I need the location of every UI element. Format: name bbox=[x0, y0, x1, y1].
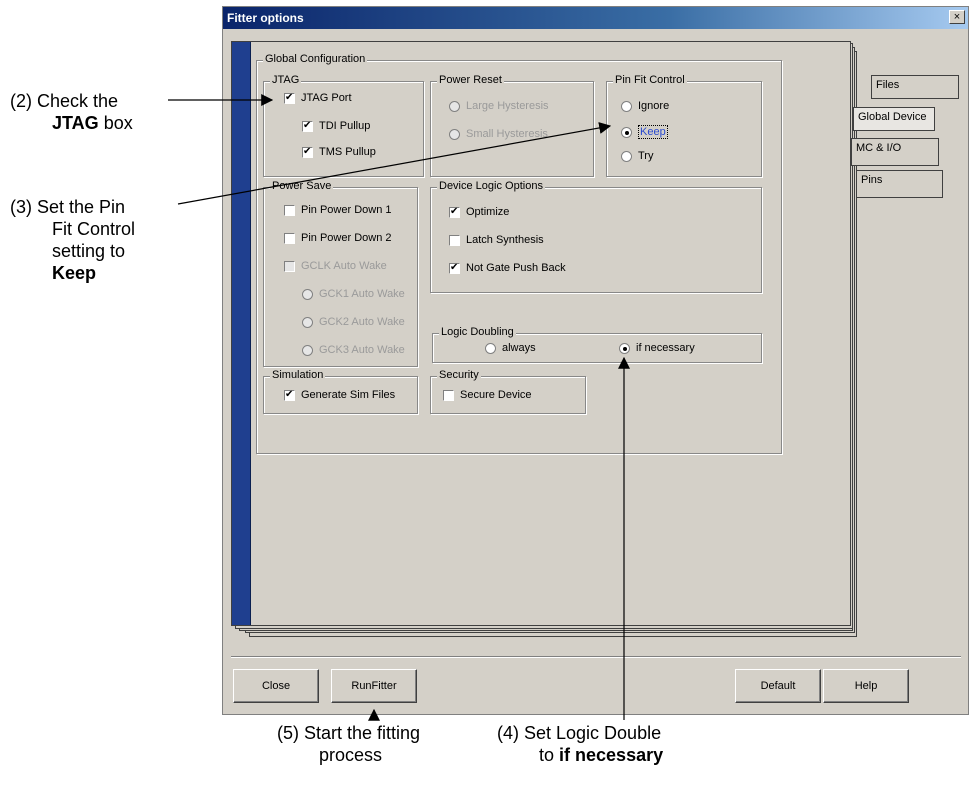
annotation-arrows bbox=[168, 94, 630, 721]
arrow-to-keep bbox=[177, 122, 612, 205]
